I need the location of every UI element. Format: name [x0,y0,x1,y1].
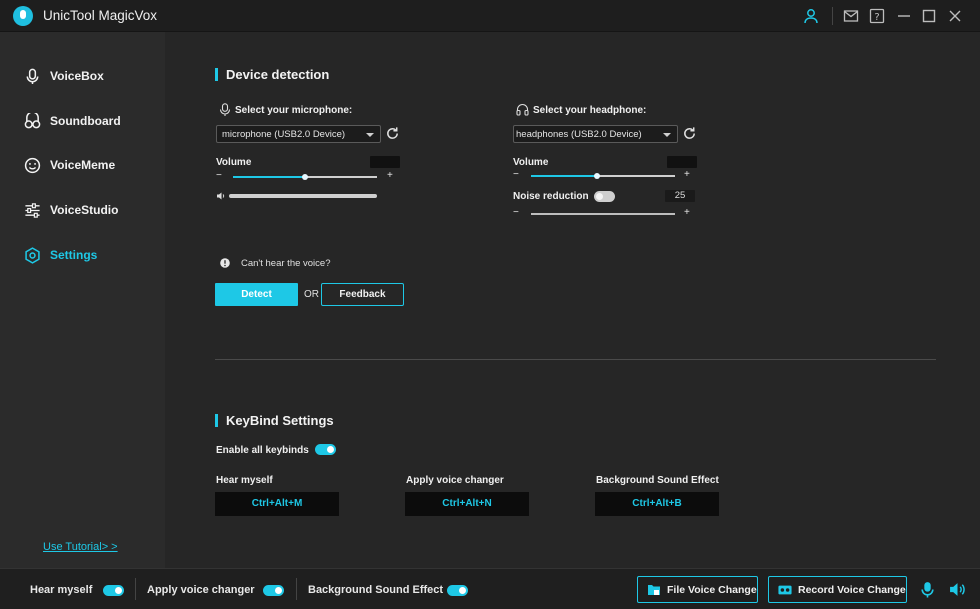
hear-myself-label: Hear myself [30,584,93,596]
mic-volume-slider[interactable] [233,174,377,180]
sidebar-item-voicestudio[interactable]: VoiceStudio [24,199,118,221]
mic-volume-value-box [370,156,400,168]
sidebar: VoiceBox Soundboard VoiceMeme VoiceStudi… [0,32,165,568]
sidebar-item-label: Settings [50,248,98,262]
file-voice-change-button[interactable]: File Voice Change [637,576,758,603]
noise-reduction-toggle[interactable] [594,191,615,202]
keybind-settings-title: KeyBind Settings [215,413,334,428]
noise-reduction-slider[interactable] [531,213,675,215]
device-detection-title: Device detection [215,67,329,82]
bottom-bar: Hear myself Apply voice changer Backgrou… [0,568,980,609]
enable-keybinds-toggle[interactable] [315,444,336,455]
record-voice-change-label: Record Voice Change [798,583,906,596]
titlebar-separator [832,7,833,25]
microphone-status-icon[interactable] [919,581,936,598]
section-divider [215,359,936,360]
apply-voice-changer-toggle[interactable] [263,585,284,596]
soundboard-icon [24,112,41,128]
enable-keybinds-label: Enable all keybinds [216,445,309,456]
refresh-headphone-icon[interactable] [682,126,697,141]
keybind-background-effect-label: Background Sound Effect [596,475,719,486]
keybind-background-effect-input[interactable]: Ctrl+Alt+B [595,492,719,516]
headphone-volume-fill [531,175,598,177]
mic-volume-knob[interactable] [302,174,308,180]
noise-reduction-plus[interactable]: + [684,207,690,218]
mail-icon[interactable] [843,8,859,24]
microphone-select[interactable]: microphone (USB2.0 Device) [216,125,381,143]
sidebar-item-label: Soundboard [50,114,121,128]
keybind-hear-myself-input[interactable]: Ctrl+Alt+M [215,492,339,516]
settings-panel: Device detection Select your microphone:… [165,32,980,568]
microphone-small-icon [219,103,231,116]
headphone-volume-value-box [667,156,697,168]
record-icon [778,585,792,594]
headphone-volume-knob[interactable] [594,173,601,179]
headphone-small-icon [516,104,529,116]
noise-reduction-value: 25 [665,190,695,202]
app-title: UnicTool MagicVox [43,8,158,23]
microphone-icon [26,68,39,84]
mic-volume-label: Volume [216,157,252,168]
keybind-hear-myself-label: Hear myself [216,475,273,486]
mic-volume-minus[interactable]: − [216,170,222,181]
sidebar-item-label: VoiceMeme [50,158,116,172]
select-microphone-label: Select your microphone: [235,105,353,116]
microphone-select-value: microphone (USB2.0 Device) [222,129,346,140]
hear-myself-toggle[interactable] [103,585,124,596]
chevron-down-icon [366,133,374,137]
maximize-icon[interactable] [921,8,937,24]
info-alert-icon [220,258,230,268]
svg-text:?: ? [874,12,879,23]
speaker-status-icon[interactable] [949,581,966,598]
chevron-down-icon [663,133,671,137]
or-label: OR [304,289,319,300]
headphone-volume-label: Volume [513,157,549,168]
background-sound-effect-toggle[interactable] [447,585,468,596]
help-icon[interactable]: ? [869,8,885,24]
app-window: UnicTool MagicVox ? VoiceBox Soundboard … [0,0,980,609]
sidebar-item-label: VoiceBox [50,69,104,83]
headphone-volume-minus[interactable]: − [513,169,519,180]
app-logo-icon [13,6,33,26]
file-icon [648,584,660,595]
sidebar-item-soundboard[interactable]: Soundboard [24,110,121,132]
sidebar-item-voicememe[interactable]: VoiceMeme [24,154,115,176]
noise-reduction-label: Noise reduction [513,191,589,202]
headphone-volume-plus[interactable]: + [684,169,690,180]
keybind-apply-voice-label: Apply voice changer [406,475,504,486]
gear-icon [25,246,40,264]
bottom-separator [296,578,297,600]
cant-hear-voice-text: Can't hear the voice? [241,258,331,269]
use-tutorial-link[interactable]: Use Tutorial> > [43,541,118,553]
bottom-separator [135,578,136,600]
smiley-icon [24,157,41,173]
select-headphone-label: Select your headphone: [533,105,647,116]
detect-button[interactable]: Detect [215,283,298,306]
headphone-select-value: headphones (USB2.0 Device) [516,129,642,140]
sidebar-item-voicebox[interactable]: VoiceBox [24,65,104,87]
mic-volume-plus[interactable]: + [387,170,393,181]
refresh-microphone-icon[interactable] [385,126,400,141]
mic-input-level-meter [229,194,377,198]
sliders-icon [25,202,40,218]
user-account-icon[interactable] [803,8,819,24]
sidebar-item-settings[interactable]: Settings [24,244,97,266]
sidebar-item-label: VoiceStudio [50,203,119,217]
mic-volume-fill [233,176,305,178]
noise-reduction-minus[interactable]: − [513,207,519,218]
background-sound-effect-label: Background Sound Effect [308,584,444,596]
apply-voice-changer-label: Apply voice changer [147,584,255,596]
headphone-select[interactable]: headphones (USB2.0 Device) [513,125,678,143]
minimize-icon[interactable] [896,8,912,24]
close-icon[interactable] [947,8,963,24]
speaker-level-icon [217,192,225,200]
keybind-apply-voice-input[interactable]: Ctrl+Alt+N [405,492,529,516]
headphone-volume-slider[interactable] [531,173,675,179]
record-voice-change-button[interactable]: Record Voice Change [768,576,907,603]
file-voice-change-label: File Voice Change [667,583,757,596]
feedback-button[interactable]: Feedback [321,283,404,306]
title-bar: UnicTool MagicVox ? [0,0,980,32]
